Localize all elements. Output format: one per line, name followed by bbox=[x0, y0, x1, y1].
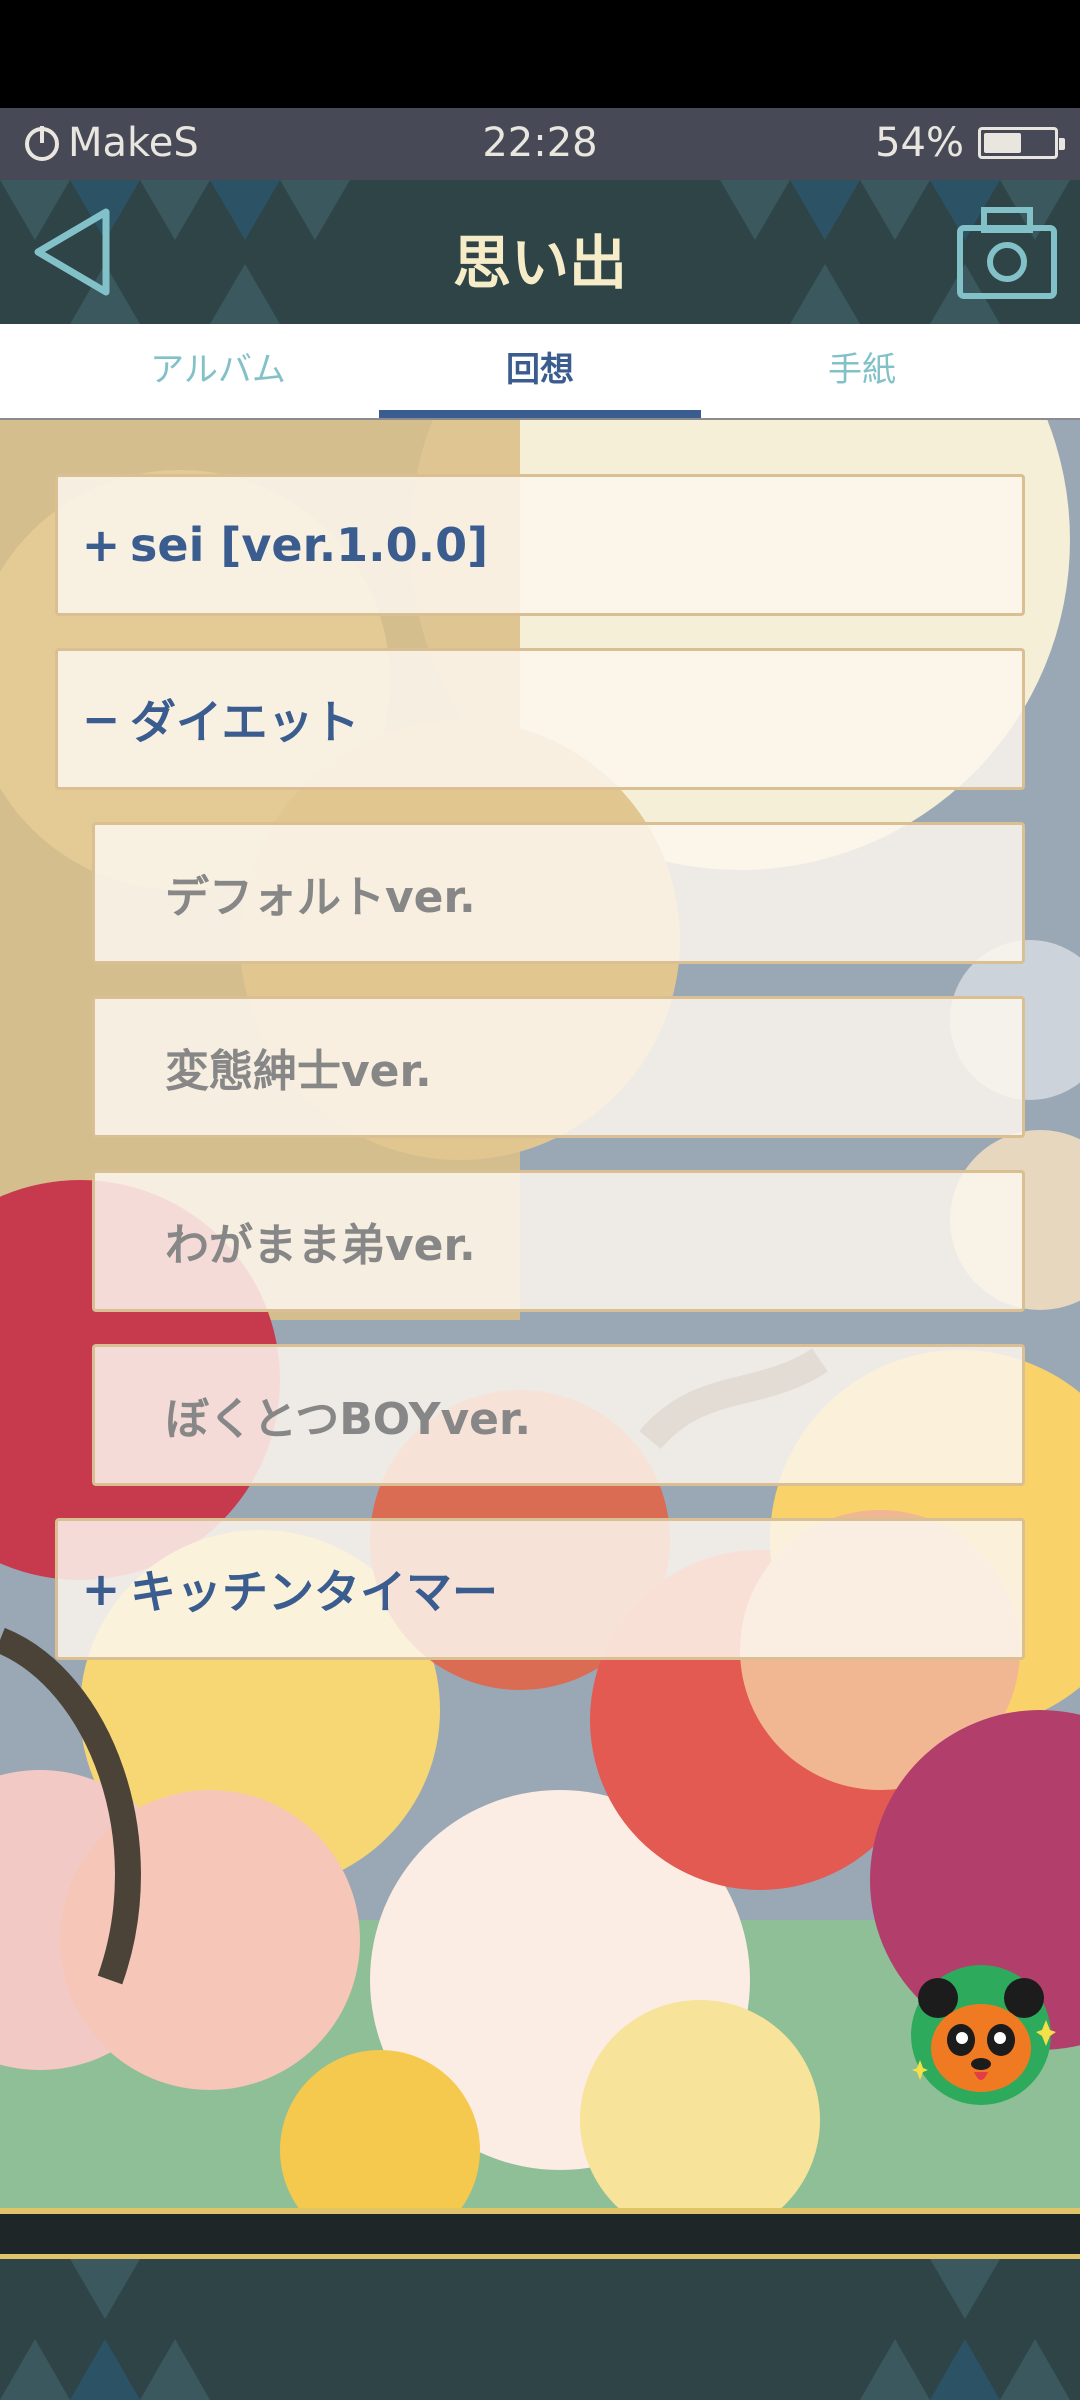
collapse-sign: − bbox=[81, 692, 121, 746]
group-label: sei [ver.1.0.0] bbox=[130, 518, 489, 572]
group-kitchen-timer[interactable]: + キッチンタイマー bbox=[55, 1518, 1025, 1660]
status-bar: MakeS 22:28 54% bbox=[0, 108, 1080, 180]
tab-bar: アルバム 回想 手紙 bbox=[0, 324, 1080, 420]
memory-item-label: 変態紳士ver. bbox=[165, 1046, 432, 1097]
battery-fill bbox=[984, 133, 1021, 153]
status-right: 54% bbox=[875, 120, 1065, 166]
battery-icon bbox=[978, 127, 1065, 159]
group-label: キッチンタイマー bbox=[130, 1565, 498, 1619]
app-header: 思い出 bbox=[0, 180, 1080, 324]
memory-item[interactable]: 変態紳士ver. bbox=[92, 996, 1025, 1138]
group-sei[interactable]: + sei [ver.1.0.0] bbox=[55, 474, 1025, 616]
active-tab-indicator bbox=[379, 410, 701, 418]
tab-album[interactable]: アルバム bbox=[57, 324, 379, 418]
battery-percent: 54% bbox=[875, 120, 964, 166]
memory-item[interactable]: デフォルトver. bbox=[92, 822, 1025, 964]
page-title: 思い出 bbox=[452, 229, 627, 297]
expand-sign: + bbox=[81, 1562, 121, 1616]
panda-mascot-icon bbox=[911, 1965, 1056, 2105]
camera-button[interactable] bbox=[956, 202, 1058, 302]
top-black-bar bbox=[0, 0, 1080, 108]
footer-pattern bbox=[0, 2259, 1070, 2400]
tab-recollection[interactable]: 回想 bbox=[379, 324, 701, 418]
memory-item[interactable]: わがまま弟ver. bbox=[92, 1170, 1025, 1312]
group-label: ダイエット bbox=[130, 695, 360, 749]
memory-item[interactable]: ぼくとつBOYver. bbox=[92, 1344, 1025, 1486]
camera-icon bbox=[957, 207, 1057, 299]
divider-band bbox=[0, 2214, 1080, 2254]
memory-item-label: ぼくとつBOYver. bbox=[165, 1394, 532, 1445]
memory-item-label: わがまま弟ver. bbox=[165, 1220, 476, 1271]
content-area[interactable]: + sei [ver.1.0.0] − ダイエット デフォルトver. 変態紳士… bbox=[0, 420, 1080, 2208]
memory-item-label: デフォルトver. bbox=[165, 872, 476, 923]
tab-letters[interactable]: 手紙 bbox=[701, 324, 1023, 418]
bottom-bar bbox=[0, 2208, 1080, 2400]
group-diet[interactable]: − ダイエット bbox=[55, 648, 1025, 790]
expand-sign: + bbox=[81, 518, 121, 572]
mascot-button[interactable] bbox=[906, 1960, 1056, 2110]
